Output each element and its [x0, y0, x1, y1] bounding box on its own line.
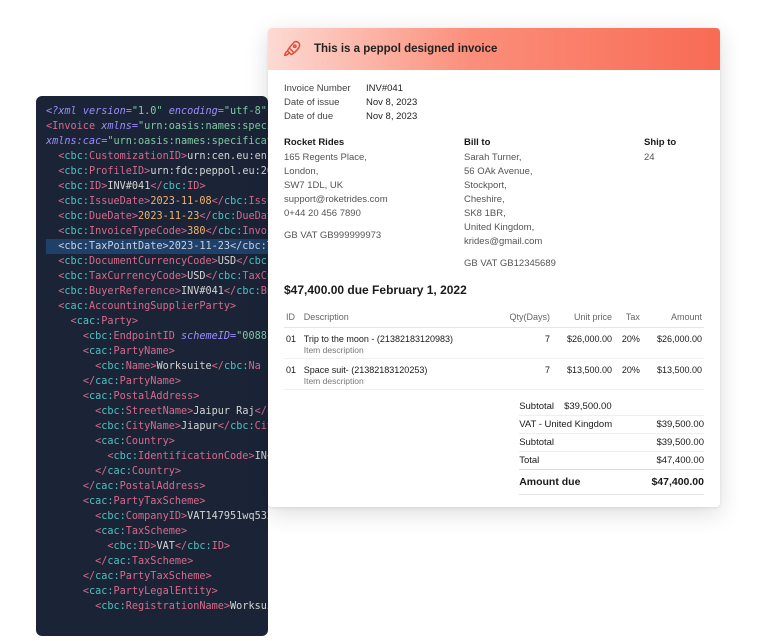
invoice-meta: Invoice NumberINV#041Date of issueNov 8,…	[284, 82, 704, 124]
meta-value: Nov 8, 2023	[366, 110, 417, 124]
table-row: 01Trip to the moon - (21382183120983)Ite…	[284, 328, 704, 359]
seller-vat: GB VAT GB999999973	[284, 229, 454, 243]
totals-row: VAT - United Kingdom$39,500.00	[519, 415, 704, 433]
address-line: SW7 1DL, UK	[284, 179, 454, 193]
meta-row: Invoice NumberINV#041	[284, 82, 704, 96]
totals-block: Subtotal$39,500.00VAT - United Kingdom$3…	[284, 398, 704, 495]
meta-label: Invoice Number	[284, 82, 366, 96]
address-line: krides@gmail.com	[464, 235, 634, 249]
peppol-banner: This is a peppol designed invoice	[268, 28, 720, 70]
totals-row: Subtotal$39,500.00	[519, 398, 704, 415]
totals-row: Subtotal$39,500.00	[519, 433, 704, 451]
buyer-vat: GB VAT GB12345689	[464, 257, 634, 271]
totals-row: Total$47,400.00	[519, 451, 704, 469]
col-qty: Qty(Days)	[496, 307, 552, 328]
meta-label: Date of issue	[284, 96, 366, 110]
buyer-column: Bill to Sarah Turner,56 OAk Avenue,Stock…	[464, 136, 644, 271]
meta-label: Date of due	[284, 110, 366, 124]
invoice-card: This is a peppol designed invoice Invoic…	[268, 28, 720, 507]
bill-to-heading: Bill to	[464, 136, 634, 150]
address-line: Stockport,	[464, 179, 634, 193]
banner-title: This is a peppol designed invoice	[314, 43, 497, 55]
col-id: ID	[284, 307, 302, 328]
col-tax: Tax	[614, 307, 642, 328]
ship-to-heading: Ship to	[644, 136, 704, 150]
address-line: 0+44 20 456 7890	[284, 207, 454, 221]
address-line: London,	[284, 165, 454, 179]
address-line: 165 Regents Place,	[284, 151, 454, 165]
amount-due-headline: $47,400.00 due February 1, 2022	[284, 283, 704, 297]
col-amount: Amount	[642, 307, 704, 328]
amount-due-row: Amount due$47,400.00	[519, 469, 704, 495]
address-line: 56 OAk Avenue,	[464, 165, 634, 179]
meta-value: Nov 8, 2023	[366, 96, 417, 110]
meta-row: Date of dueNov 8, 2023	[284, 110, 704, 124]
address-line: SK8 1BR,	[464, 207, 634, 221]
meta-value: INV#041	[366, 82, 403, 96]
seller-name: Rocket Rides	[284, 136, 454, 150]
table-row: 01Space suit- (21382183120253)Item descr…	[284, 359, 704, 390]
line-items-table: IDDescriptionQty(Days)Unit priceTaxAmoun…	[284, 307, 704, 390]
col-unit: Unit price	[552, 307, 614, 328]
rocket-icon	[282, 38, 304, 60]
xml-code-block: <?xml version="1.0" encoding="utf-8"?><I…	[36, 96, 268, 636]
ship-column: Ship to 24	[644, 136, 704, 271]
address-line: United Kingdom,	[464, 221, 634, 235]
parties-block: Rocket Rides 165 Regents Place,London,SW…	[284, 136, 704, 271]
meta-row: Date of issueNov 8, 2023	[284, 96, 704, 110]
ship-to-value: 24	[644, 151, 704, 165]
address-line: Cheshire,	[464, 193, 634, 207]
address-line: Sarah Turner,	[464, 151, 634, 165]
col-desc: Description	[302, 307, 496, 328]
address-line: support@roketrides.com	[284, 193, 454, 207]
seller-column: Rocket Rides 165 Regents Place,London,SW…	[284, 136, 464, 271]
